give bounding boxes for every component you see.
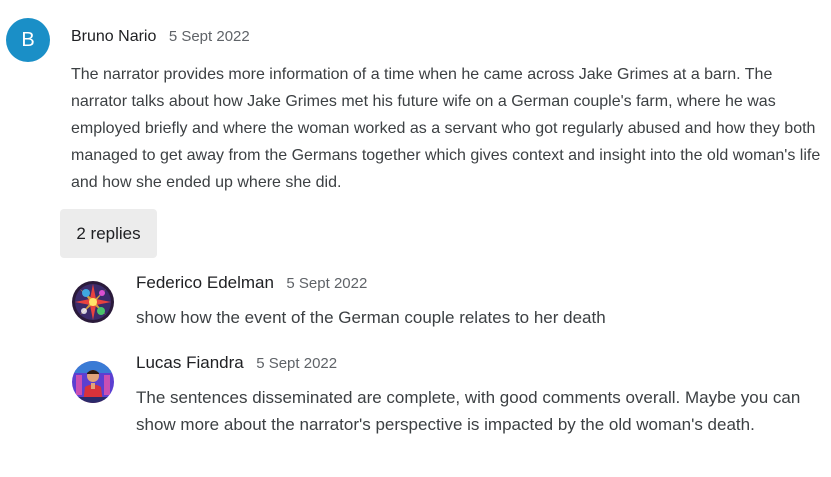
- reply-author[interactable]: Lucas Fiandra: [136, 353, 244, 372]
- replies-toggle-button[interactable]: 2 replies: [60, 209, 157, 258]
- comment-header: Bruno Nario 5 Sept 2022: [71, 28, 250, 46]
- reply-avatar-federico[interactable]: [72, 281, 114, 323]
- reply-avatar-lucas[interactable]: [72, 361, 114, 403]
- reply-header: Federico Edelman 5 Sept 2022: [136, 273, 367, 293]
- reply-date: 5 Sept 2022: [256, 355, 338, 372]
- comment-date: 5 Sept 2022: [168, 28, 250, 45]
- colorful-abstract-avatar-icon: [72, 281, 114, 323]
- comment-thread: B Bruno Nario 5 Sept 2022 The narrator p…: [0, 0, 831, 477]
- comment-author[interactable]: Bruno Nario: [71, 28, 156, 45]
- reply-author[interactable]: Federico Edelman: [136, 273, 274, 292]
- author-avatar[interactable]: B: [6, 18, 50, 62]
- reply-body: The sentences disseminated are complete,…: [136, 388, 801, 434]
- reply-body: show how the event of the German couple …: [136, 308, 606, 327]
- comment-body: The narrator provides more information o…: [71, 66, 821, 191]
- reply-date: 5 Sept 2022: [286, 275, 368, 292]
- person-photo-avatar-icon: [72, 361, 114, 403]
- reply-header: Lucas Fiandra 5 Sept 2022: [136, 353, 337, 373]
